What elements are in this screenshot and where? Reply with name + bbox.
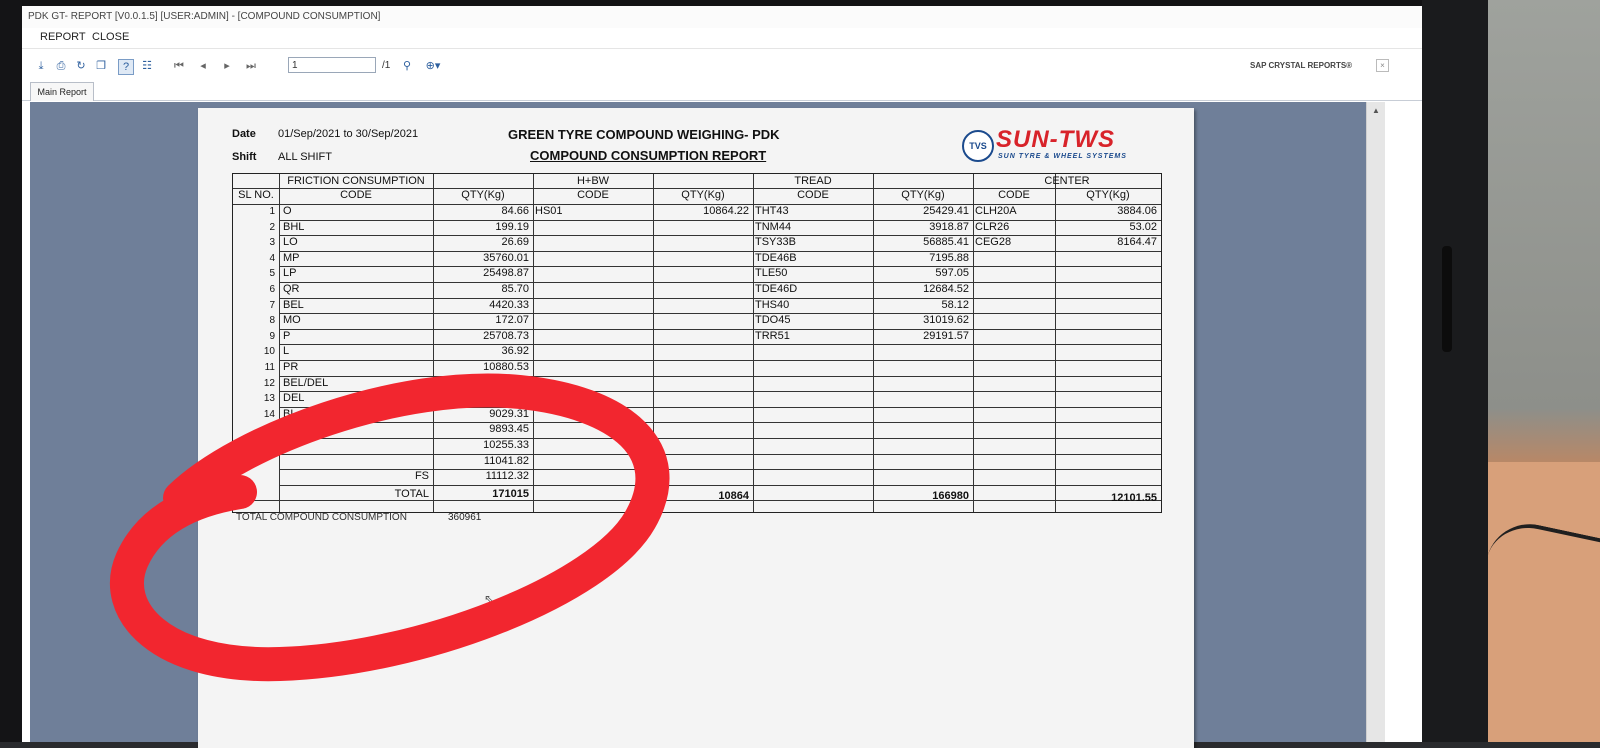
red-circle-annotation bbox=[110, 373, 670, 682]
red-highlight-circle bbox=[110, 373, 670, 682]
